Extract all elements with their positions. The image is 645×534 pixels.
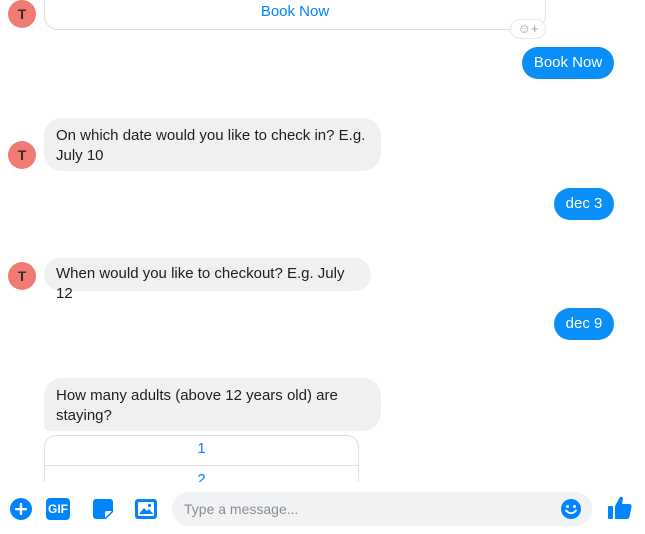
quick-reply-option-2[interactable]: 2 — [45, 466, 358, 482]
outgoing-message: Book Now — [522, 47, 614, 79]
incoming-message: How many adults (above 12 years old) are… — [44, 378, 381, 431]
thumbs-up-icon[interactable] — [606, 494, 634, 522]
avatar: T — [8, 0, 36, 28]
template-card: Book Now — [44, 0, 546, 30]
emoji-icon[interactable] — [560, 498, 582, 520]
quick-reply-list: 1 2 — [44, 435, 359, 482]
add-reaction-button[interactable]: ☺+ — [510, 19, 546, 39]
add-reaction-icon: ☺+ — [517, 21, 539, 36]
avatar: T — [8, 262, 36, 290]
message-input[interactable] — [172, 492, 592, 526]
gif-icon[interactable]: GIF — [45, 497, 71, 521]
image-icon[interactable] — [134, 497, 158, 521]
avatar: T — [8, 141, 36, 169]
sticker-icon[interactable] — [90, 496, 116, 522]
outgoing-message: dec 9 — [554, 308, 614, 340]
incoming-message: When would you like to checkout? E.g. Ju… — [44, 258, 371, 302]
outgoing-message: dec 3 — [554, 188, 614, 220]
incoming-message: On which date would you like to check in… — [44, 118, 381, 171]
gif-label: GIF — [48, 502, 68, 516]
book-now-card-button[interactable]: Book Now — [45, 0, 545, 34]
message-thread[interactable]: T Book Now ☺+ Book Now T On which date w… — [0, 0, 645, 482]
quick-reply-option-1[interactable]: 1 — [45, 436, 358, 466]
plus-circle-icon[interactable] — [9, 497, 33, 521]
